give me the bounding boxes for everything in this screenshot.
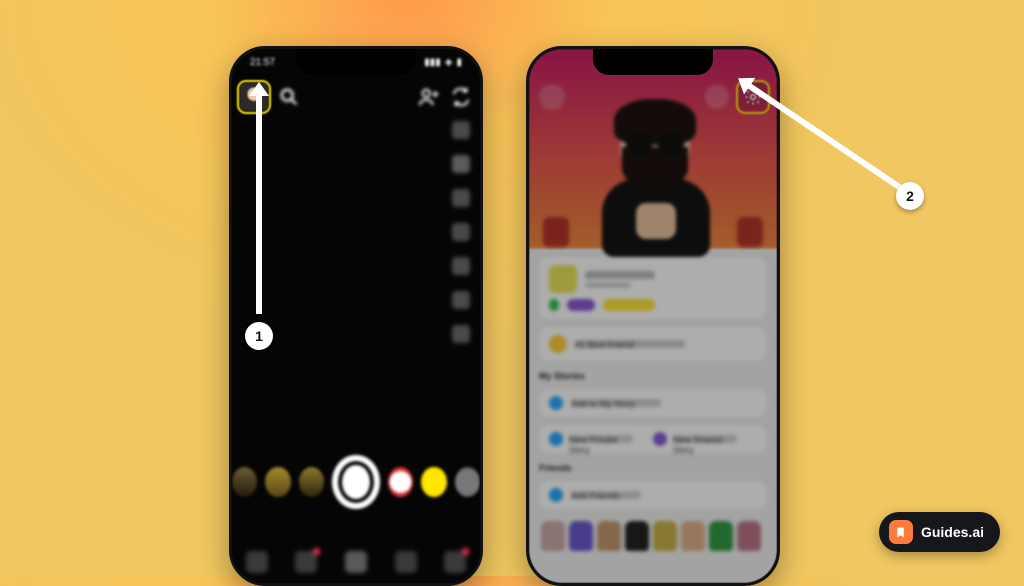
display-name [585, 271, 655, 279]
friend-avatar[interactable] [541, 521, 565, 551]
section-friends: Friends [539, 463, 767, 473]
lens-thumb[interactable] [265, 467, 290, 497]
callout-1: 1 [245, 322, 273, 350]
camera-plus-icon[interactable] [452, 189, 470, 207]
callout-number: 1 [245, 322, 273, 350]
grid-icon[interactable] [452, 291, 470, 309]
camera-toolbar [452, 121, 470, 343]
lens-thumb[interactable] [299, 467, 324, 497]
row-label: Add Friends [571, 491, 641, 499]
friend-avatar[interactable] [681, 521, 705, 551]
bookmark-icon [889, 520, 913, 544]
friend-avatar[interactable] [597, 521, 621, 551]
status-indicators: ▮▮▮◈▮ [424, 57, 462, 68]
story-add-icon [549, 396, 563, 410]
friend-avatar[interactable] [569, 521, 593, 551]
phone-camera-screen: 21:57 ▮▮▮◈▮ [229, 46, 483, 586]
phone-button [229, 229, 231, 269]
lens-thumb[interactable] [455, 467, 480, 497]
bitmoji-avatar[interactable] [578, 99, 728, 249]
phone-button [229, 179, 231, 219]
nav-stories-icon[interactable] [395, 551, 417, 573]
status-time: 21:57 [250, 57, 275, 68]
lens-thumb[interactable] [388, 467, 413, 497]
phone-profile-screen: #1 Best Friend My Stories Add to My Stor… [526, 46, 780, 586]
add-friends-icon [549, 488, 563, 502]
best-friend-label: #1 Best Friend [575, 340, 685, 348]
phone-button [481, 189, 483, 249]
nav-camera-icon[interactable] [345, 551, 367, 573]
phone-button [778, 189, 780, 249]
friend-avatar[interactable] [737, 521, 761, 551]
callout-arrow-1 [256, 94, 262, 314]
private-story-icon [549, 432, 563, 446]
snapcode-thumb[interactable] [549, 265, 577, 293]
phone-button [526, 179, 528, 219]
more-icon[interactable] [452, 325, 470, 343]
nav-map-icon[interactable] [246, 551, 268, 573]
best-friend-card[interactable]: #1 Best Friend [539, 327, 767, 361]
profile-info-card[interactable] [539, 257, 767, 319]
night-icon[interactable] [452, 223, 470, 241]
best-friend-emoji [549, 335, 567, 353]
callout-2: 2 [896, 182, 924, 210]
back-button[interactable] [539, 84, 565, 110]
snapcode-icon[interactable] [737, 217, 763, 247]
zodiac-chip[interactable] [567, 299, 595, 311]
share-icon[interactable] [705, 85, 729, 109]
username [585, 282, 631, 288]
phone-notch [296, 49, 416, 75]
bottom-nav [232, 551, 480, 573]
flip-camera-icon[interactable] [450, 86, 472, 108]
shutter-button[interactable] [332, 455, 380, 509]
add-to-my-story-row[interactable]: Add to My Story [539, 389, 767, 417]
search-icon[interactable] [278, 86, 300, 108]
add-friends-row[interactable]: Add Friends [539, 481, 767, 509]
astro-badge-icon[interactable] [543, 217, 569, 247]
friends-avatar-row[interactable] [539, 517, 767, 555]
timer-icon[interactable] [452, 257, 470, 275]
flash-icon[interactable] [452, 121, 470, 139]
new-private-story[interactable]: New Private Story [549, 432, 633, 446]
nav-chat-icon[interactable] [295, 551, 317, 573]
new-shared-story[interactable]: New Shared Story [653, 432, 737, 446]
section-my-stories: My Stories [539, 371, 767, 381]
shared-story-icon [653, 432, 667, 446]
row-label: New Shared Story [673, 435, 737, 443]
watermark-badge: Guides.ai [879, 512, 1000, 552]
friend-avatar[interactable] [653, 521, 677, 551]
lens-thumb[interactable] [421, 467, 446, 497]
tutorial-graphic: 21:57 ▮▮▮◈▮ [0, 0, 1024, 576]
phone-button [229, 139, 231, 165]
phone-notch [593, 49, 713, 75]
snapscore-chip[interactable] [549, 299, 559, 311]
row-label: New Private Story [569, 435, 633, 443]
lens-carousel[interactable] [232, 455, 480, 509]
phone-button [526, 229, 528, 269]
new-story-row: New Private Story New Shared Story [539, 425, 767, 453]
friend-avatar[interactable] [709, 521, 733, 551]
add-friend-icon[interactable] [418, 86, 440, 108]
watermark-label: Guides.ai [921, 524, 984, 540]
lens-thumb[interactable] [232, 467, 257, 497]
friend-avatar[interactable] [625, 521, 649, 551]
music-icon[interactable] [452, 155, 470, 173]
nav-spotlight-icon[interactable] [444, 551, 466, 573]
row-label: Add to My Story [571, 399, 661, 407]
snapchat-plus-chip[interactable] [603, 299, 655, 311]
profile-body: #1 Best Friend My Stories Add to My Stor… [529, 249, 777, 583]
phone-button [526, 139, 528, 165]
callout-number: 2 [896, 182, 924, 210]
